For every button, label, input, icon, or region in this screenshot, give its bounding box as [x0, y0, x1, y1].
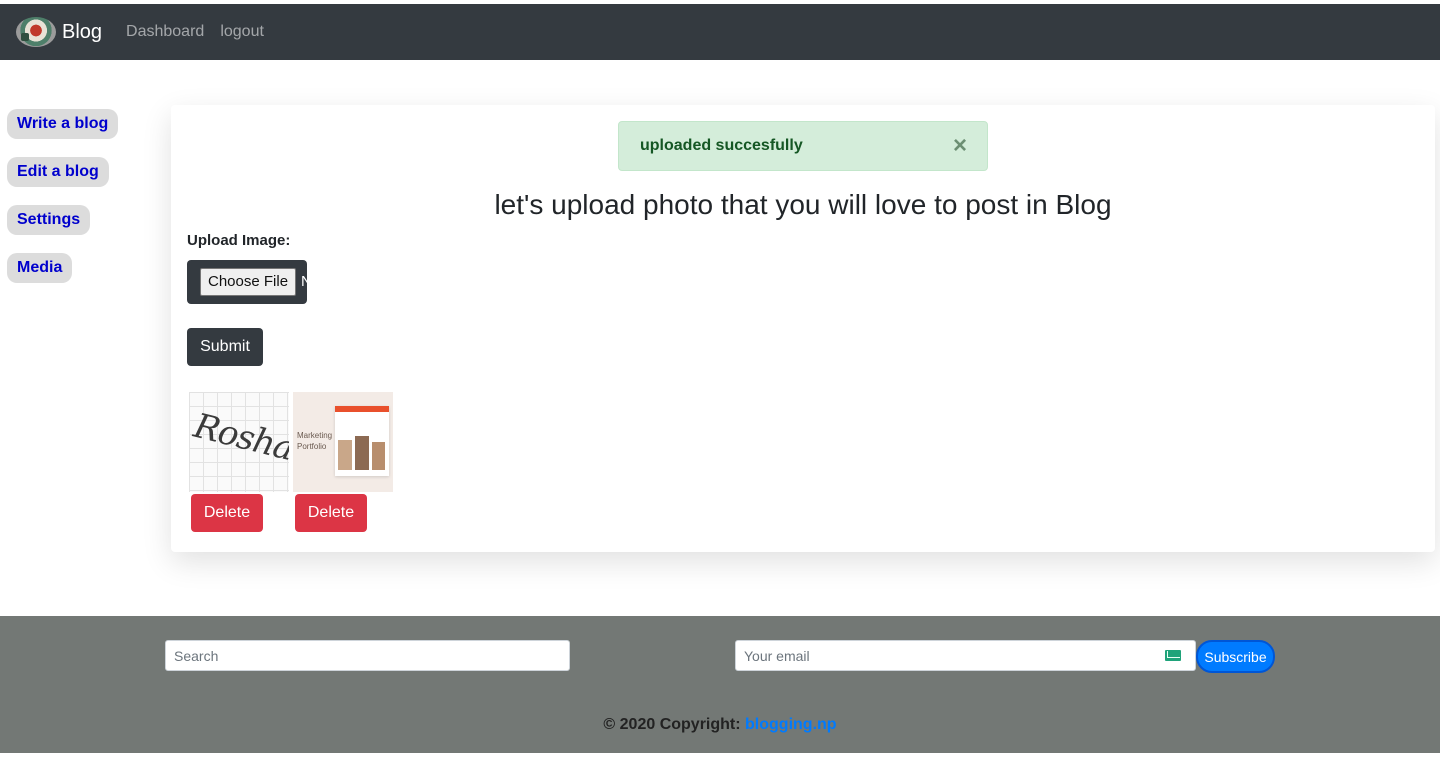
sidebar-item-media[interactable]: Media [7, 253, 73, 283]
submit-button[interactable]: Submit [187, 328, 263, 366]
subscribe-button[interactable]: Subscribe [1196, 640, 1275, 673]
uploaded-image-signature: Roshan [189, 392, 289, 492]
page-title: let's upload photo that you will love to… [494, 189, 1112, 220]
email-field-wrapper [735, 640, 1196, 671]
file-input[interactable]: Choose File N [187, 260, 307, 304]
signature-text: Roshan [189, 405, 289, 475]
brand[interactable]: Blog [16, 17, 102, 47]
portfolio-photo-2 [355, 436, 369, 470]
delete-button-2[interactable]: Delete [295, 494, 367, 532]
uploaded-image-portfolio: Marketing Portfolio [293, 392, 393, 492]
file-status-text: N [301, 273, 307, 290]
footer: Subscribe © 2020 Copyright: blogging.np [0, 616, 1440, 753]
upload-card: uploaded succesfully × let's upload phot… [171, 105, 1435, 552]
navbar: Blog Dashboard logout [0, 4, 1440, 60]
copyright-text: © 2020 Copyright: [603, 716, 741, 733]
close-icon[interactable]: × [953, 134, 967, 158]
sidebar: Write a blog Edit a blog Settings Media [7, 109, 137, 301]
delete-button-1[interactable]: Delete [191, 494, 263, 532]
brand-title: Blog [62, 20, 103, 43]
copyright-link[interactable]: blogging.np [745, 716, 837, 733]
email-field[interactable] [736, 641, 1156, 670]
alert-message: uploaded succesfully [640, 137, 803, 154]
portfolio-photo-3 [372, 442, 385, 470]
sidebar-item-write-blog[interactable]: Write a blog [7, 109, 119, 139]
success-alert: uploaded succesfully × [618, 121, 988, 171]
nav-link-logout[interactable]: logout [220, 23, 264, 41]
portfolio-caption: Marketing Portfolio [297, 431, 333, 451]
sidebar-item-edit-blog[interactable]: Edit a blog [7, 157, 109, 187]
upload-image-label: Upload Image: [187, 232, 291, 249]
sidebar-item-settings[interactable]: Settings [7, 205, 91, 235]
mail-icon [1165, 650, 1181, 661]
brand-logo-icon [16, 17, 56, 47]
choose-file-button[interactable]: Choose File [200, 268, 297, 296]
search-input[interactable] [165, 640, 570, 671]
portfolio-photo-1 [338, 440, 352, 470]
copyright: © 2020 Copyright: blogging.np [0, 716, 1440, 734]
nav-link-dashboard[interactable]: Dashboard [126, 23, 204, 41]
